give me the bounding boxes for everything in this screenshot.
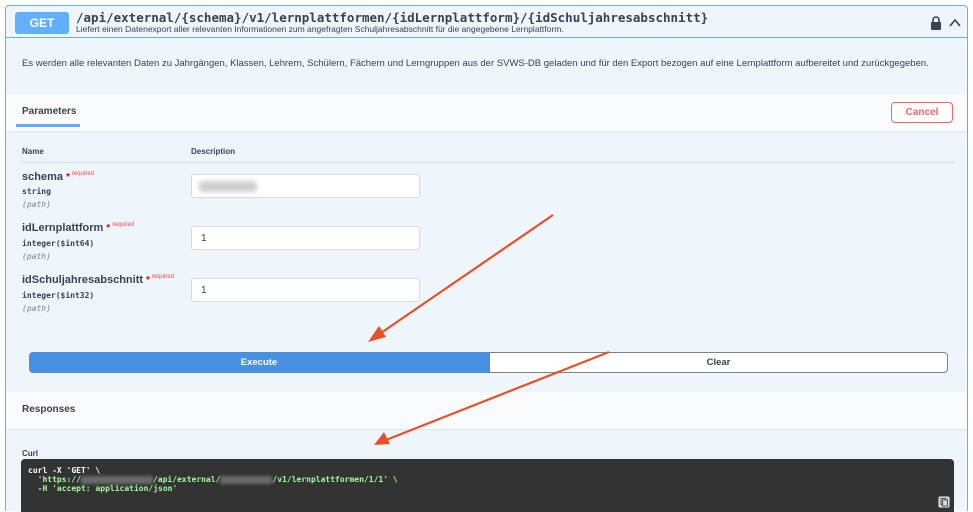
param-type-idschuljahresabschnitt: integer($int32) (22, 291, 95, 300)
redacted-host (80, 475, 153, 484)
param-name-idschuljahresabschnitt: idSchuljahresabschnitt * required (22, 274, 174, 286)
clear-button[interactable]: Clear (489, 352, 948, 373)
curl-command: curl -X 'GET' \ 'https:///api/external//… (28, 466, 398, 493)
required-star: * (65, 172, 70, 183)
curl-label: Curl (22, 449, 38, 458)
schema-input[interactable] (191, 174, 420, 198)
redacted-schema (220, 475, 273, 484)
param-name-schema: schema * required (22, 171, 94, 183)
operation-summary-text: Liefert einen Datenexport aller relevant… (76, 24, 564, 34)
param-in-idlernplattform: (path) (22, 252, 51, 261)
param-in-idschuljahresabschnitt: (path) (22, 304, 51, 313)
required-label: required (151, 274, 174, 280)
tab-parameters[interactable]: Parameters (22, 106, 76, 117)
redacted-value (199, 180, 257, 192)
copy-icon[interactable] (938, 496, 950, 508)
operation-description: Es werden alle relevanten Daten zu Jahrg… (22, 58, 929, 69)
required-label: required (71, 171, 94, 177)
operation-block: GET /api/external/{schema}/v1/lernplattf… (5, 5, 968, 512)
param-type-idlernplattform: integer($int64) (22, 239, 95, 248)
execute-button[interactable]: Execute (29, 352, 489, 373)
parameters-header: Parameters Cancel (6, 94, 967, 131)
idlernplattform-input[interactable]: 1 (191, 226, 420, 250)
column-header-name: Name (22, 147, 44, 156)
method-badge: GET (15, 12, 69, 34)
cancel-button[interactable]: Cancel (891, 102, 953, 123)
header-divider (22, 162, 955, 163)
tab-underline (16, 124, 80, 127)
responses-title: Responses (22, 404, 76, 415)
operation-path: /api/external/{schema}/v1/lernplattforme… (76, 10, 709, 25)
column-header-description: Description (191, 147, 236, 156)
required-star: * (106, 223, 111, 234)
responses-header: Responses (6, 392, 967, 429)
param-in-schema: (path) (22, 200, 51, 209)
curl-code-block[interactable]: curl -X 'GET' \ 'https:///api/external//… (21, 459, 954, 512)
param-name-idlernplattform: idLernplattform * required (22, 222, 135, 234)
operation-summary[interactable]: GET /api/external/{schema}/v1/lernplattf… (6, 6, 967, 38)
lock-icon[interactable] (928, 15, 944, 31)
required-star: * (146, 275, 150, 286)
param-type-schema: string (22, 187, 51, 196)
required-label: required (112, 222, 135, 228)
idschuljahresabschnitt-input[interactable]: 1 (191, 278, 420, 302)
chevron-up-icon[interactable] (947, 15, 963, 31)
